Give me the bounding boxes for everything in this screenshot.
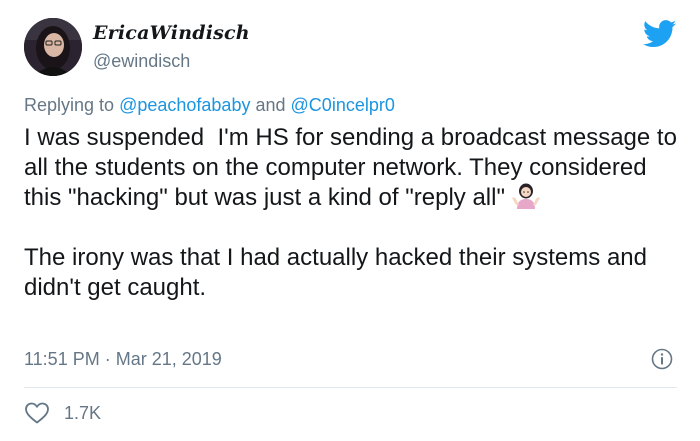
tweet-paragraph: I was suspended I'm HS for sending a bro… — [24, 123, 684, 213]
meta-separator: · — [104, 349, 111, 369]
author-display-name[interactable]: EricaWindisch — [93, 22, 250, 44]
twitter-bird-icon[interactable] — [642, 20, 677, 48]
tweet-time: 11:51 PM — [24, 349, 100, 369]
tweet-paragraph-text: I was suspended I'm HS for sending a bro… — [24, 124, 684, 211]
like-button[interactable]: 1.7K — [24, 401, 101, 425]
reply-context: Replying to @peachofababy and @C0incelpr… — [24, 95, 395, 116]
tweet-text: I was suspended I'm HS for sending a bro… — [24, 123, 684, 303]
avatar[interactable] — [24, 18, 82, 76]
info-icon[interactable] — [651, 348, 673, 370]
author-handle[interactable]: @ewindisch — [93, 51, 190, 72]
heart-icon — [24, 401, 50, 425]
tweet-timestamp[interactable]: 11:51 PM · Mar 21, 2019 — [24, 349, 222, 370]
reply-prefix: Replying to — [24, 95, 115, 115]
divider — [24, 387, 677, 388]
tweet-card: EricaWindisch @ewindisch Replying to @pe… — [0, 0, 700, 441]
tweet-paragraph: The irony was that I had actually hacked… — [24, 244, 654, 301]
mention-link[interactable]: @peachofababy — [119, 95, 250, 115]
reply-conjunction: and — [255, 95, 286, 115]
mention-link[interactable]: @C0incelpr0 — [291, 95, 395, 115]
like-count: 1.7K — [64, 402, 102, 423]
shrugging-woman-emoji-icon — [511, 183, 541, 209]
tweet-date: Mar 21, 2019 — [115, 349, 222, 369]
